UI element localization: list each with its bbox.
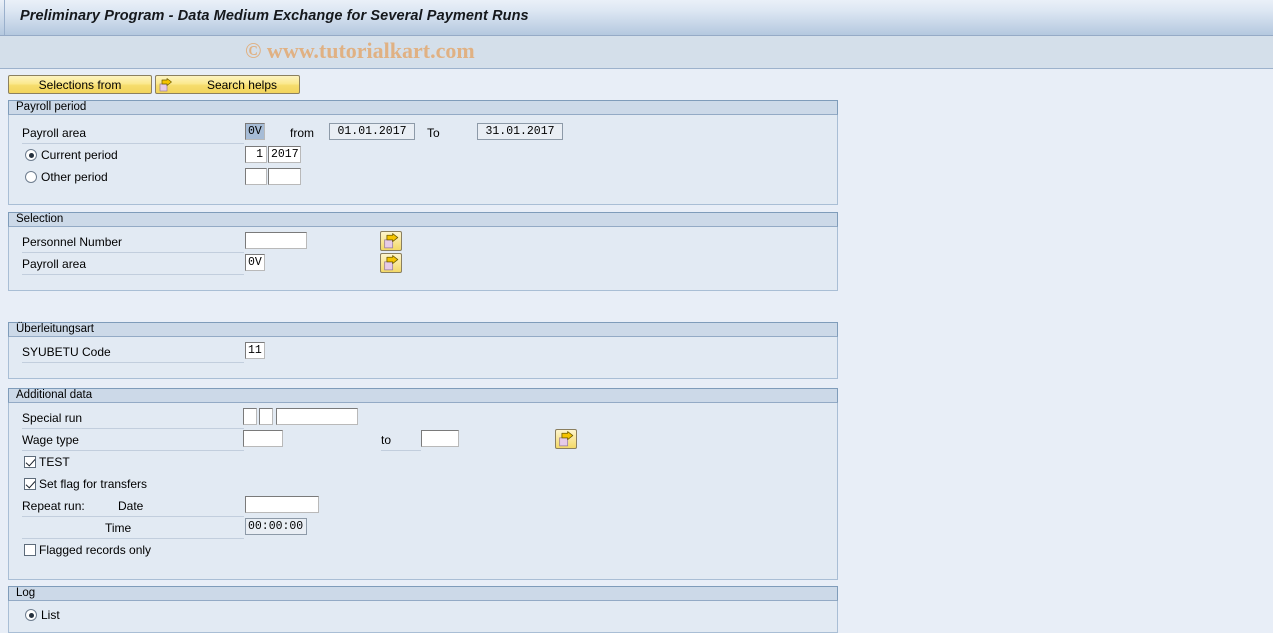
- watermark-text: © www.tutorialkart.com: [245, 38, 475, 63]
- transfer-type-panel-header: Überleitungsart: [8, 322, 838, 337]
- from-label: from: [290, 126, 314, 140]
- arrow-right-icon: [384, 255, 399, 271]
- log-list-label: List: [41, 608, 60, 622]
- syubetu-code-field[interactable]: 11: [245, 342, 265, 359]
- checkbox-test[interactable]: [24, 456, 36, 468]
- label-underline: [22, 252, 244, 253]
- payroll-area-label: Payroll area: [22, 126, 87, 140]
- syubetu-code-label: SYUBETU Code: [22, 345, 111, 359]
- flagged-records-label: Flagged records only: [39, 543, 152, 557]
- current-period-year-field[interactable]: 2017: [268, 146, 301, 163]
- additional-data-panel-header: Additional data: [8, 388, 838, 403]
- log-panel-header: Log: [8, 586, 838, 601]
- label-underline: [22, 450, 244, 451]
- label-underline: [381, 450, 421, 451]
- arrow-right-icon: [384, 233, 399, 249]
- repeat-run-time-field[interactable]: 00:00:00: [245, 518, 307, 535]
- personnel-number-multi-select-button[interactable]: [380, 231, 402, 251]
- transfer-type-panel: SYUBETU Code 11: [8, 337, 838, 379]
- wage-type-to-field[interactable]: [421, 430, 459, 447]
- label-underline: [22, 538, 244, 539]
- label-underline: [22, 516, 244, 517]
- payroll-area-field[interactable]: 0V: [245, 123, 265, 140]
- radio-other-period[interactable]: [25, 171, 37, 183]
- special-run-field-b[interactable]: [259, 408, 273, 425]
- wage-type-to-label: to: [381, 433, 392, 447]
- repeat-run-time-label: Time: [105, 521, 132, 535]
- special-run-label: Special run: [22, 411, 83, 425]
- label-underline: [22, 274, 244, 275]
- other-period-year-field[interactable]: [268, 168, 301, 185]
- test-label: TEST: [39, 455, 70, 469]
- search-helps-button[interactable]: Search helps: [155, 75, 300, 94]
- other-period-label: Other period: [41, 170, 108, 184]
- radio-log-list[interactable]: [25, 609, 37, 621]
- selections-from-button[interactable]: Selections from: [8, 75, 152, 94]
- other-period-number-field[interactable]: [245, 168, 267, 185]
- repeat-run-label: Repeat run:: [22, 499, 85, 513]
- checkbox-set-flag-for-transfers[interactable]: [24, 478, 36, 490]
- wage-type-multi-select-button[interactable]: [555, 429, 577, 449]
- log-panel: List: [8, 601, 838, 633]
- checkbox-flagged-records-only[interactable]: [24, 544, 36, 556]
- wage-type-from-field[interactable]: [243, 430, 283, 447]
- page-title: Preliminary Program - Data Medium Exchan…: [20, 8, 529, 24]
- period-to-date-field[interactable]: 31.01.2017: [477, 123, 563, 140]
- wage-type-label: Wage type: [22, 433, 79, 447]
- arrow-right-icon: [159, 78, 173, 92]
- repeat-run-date-label: Date: [118, 499, 144, 513]
- personnel-number-label: Personnel Number: [22, 235, 123, 249]
- title-bar-accent: [0, 0, 5, 35]
- payroll-period-panel: Payroll area 0V from 01.01.2017 To 31.01…: [8, 115, 838, 205]
- period-from-date-field[interactable]: 01.01.2017: [329, 123, 415, 140]
- payroll-area-multi-select-button[interactable]: [380, 253, 402, 273]
- arrow-right-icon: [559, 431, 574, 447]
- personnel-number-field[interactable]: [245, 232, 307, 249]
- selection-payroll-area-field[interactable]: 0V: [245, 254, 265, 271]
- label-underline: [22, 362, 244, 363]
- label-underline: [22, 428, 244, 429]
- selection-panel-header: Selection: [8, 212, 838, 227]
- repeat-run-date-field[interactable]: [245, 496, 319, 513]
- special-run-field-a[interactable]: [243, 408, 257, 425]
- selection-panel: Personnel Number Payroll area 0V: [8, 227, 838, 291]
- current-period-number-field[interactable]: 1: [245, 146, 267, 163]
- payroll-period-panel-header: Payroll period: [8, 100, 838, 115]
- toolbar: Selections from Search helps: [0, 69, 1273, 100]
- set-flag-label: Set flag for transfers: [39, 477, 148, 491]
- additional-data-panel: Special run Wage type to TEST Set flag f…: [8, 403, 838, 580]
- label-underline: [22, 143, 244, 144]
- watermark-band: [0, 36, 1273, 69]
- search-helps-label: Search helps: [206, 77, 277, 92]
- to-label: To: [427, 126, 440, 140]
- radio-current-period[interactable]: [25, 149, 37, 161]
- selection-payroll-area-label: Payroll area: [22, 257, 87, 271]
- current-period-label: Current period: [41, 148, 118, 162]
- special-run-text-field[interactable]: [276, 408, 358, 425]
